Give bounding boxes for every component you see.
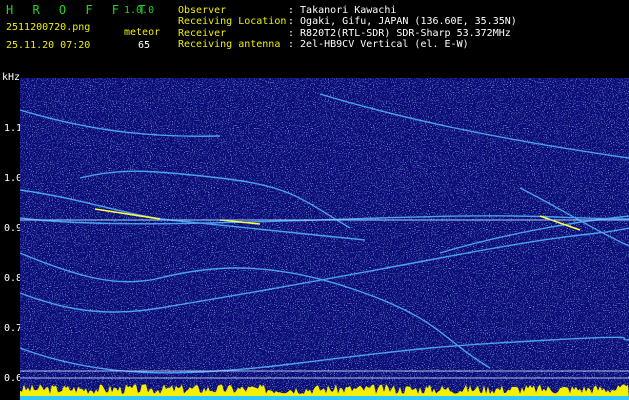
spectrogram-background bbox=[20, 78, 629, 400]
y-axis-unit: kHz bbox=[2, 72, 21, 83]
file-name: 2511200720.png bbox=[6, 22, 91, 33]
info-value-antenna: : 2el-HB9CV Vertical (el. E-W) bbox=[288, 39, 469, 50]
hrofft-window: H R O F F T 1.0.0 2511200720.png meteor … bbox=[0, 0, 629, 400]
info-value-location: : Ogaki, Gifu, JAPAN (136.60E, 35.35N) bbox=[288, 16, 517, 27]
noise-floor-strip bbox=[20, 396, 629, 400]
app-version: 1.0.0 bbox=[124, 5, 155, 16]
info-label-antenna: Receiving antenna bbox=[178, 39, 281, 50]
spectrogram bbox=[20, 78, 629, 400]
category-count: 65 bbox=[138, 40, 151, 51]
category-label: meteor bbox=[124, 27, 161, 38]
info-label-location: Receiving Location bbox=[178, 16, 287, 27]
file-datetime: 25.11.20 07:20 bbox=[6, 40, 91, 51]
